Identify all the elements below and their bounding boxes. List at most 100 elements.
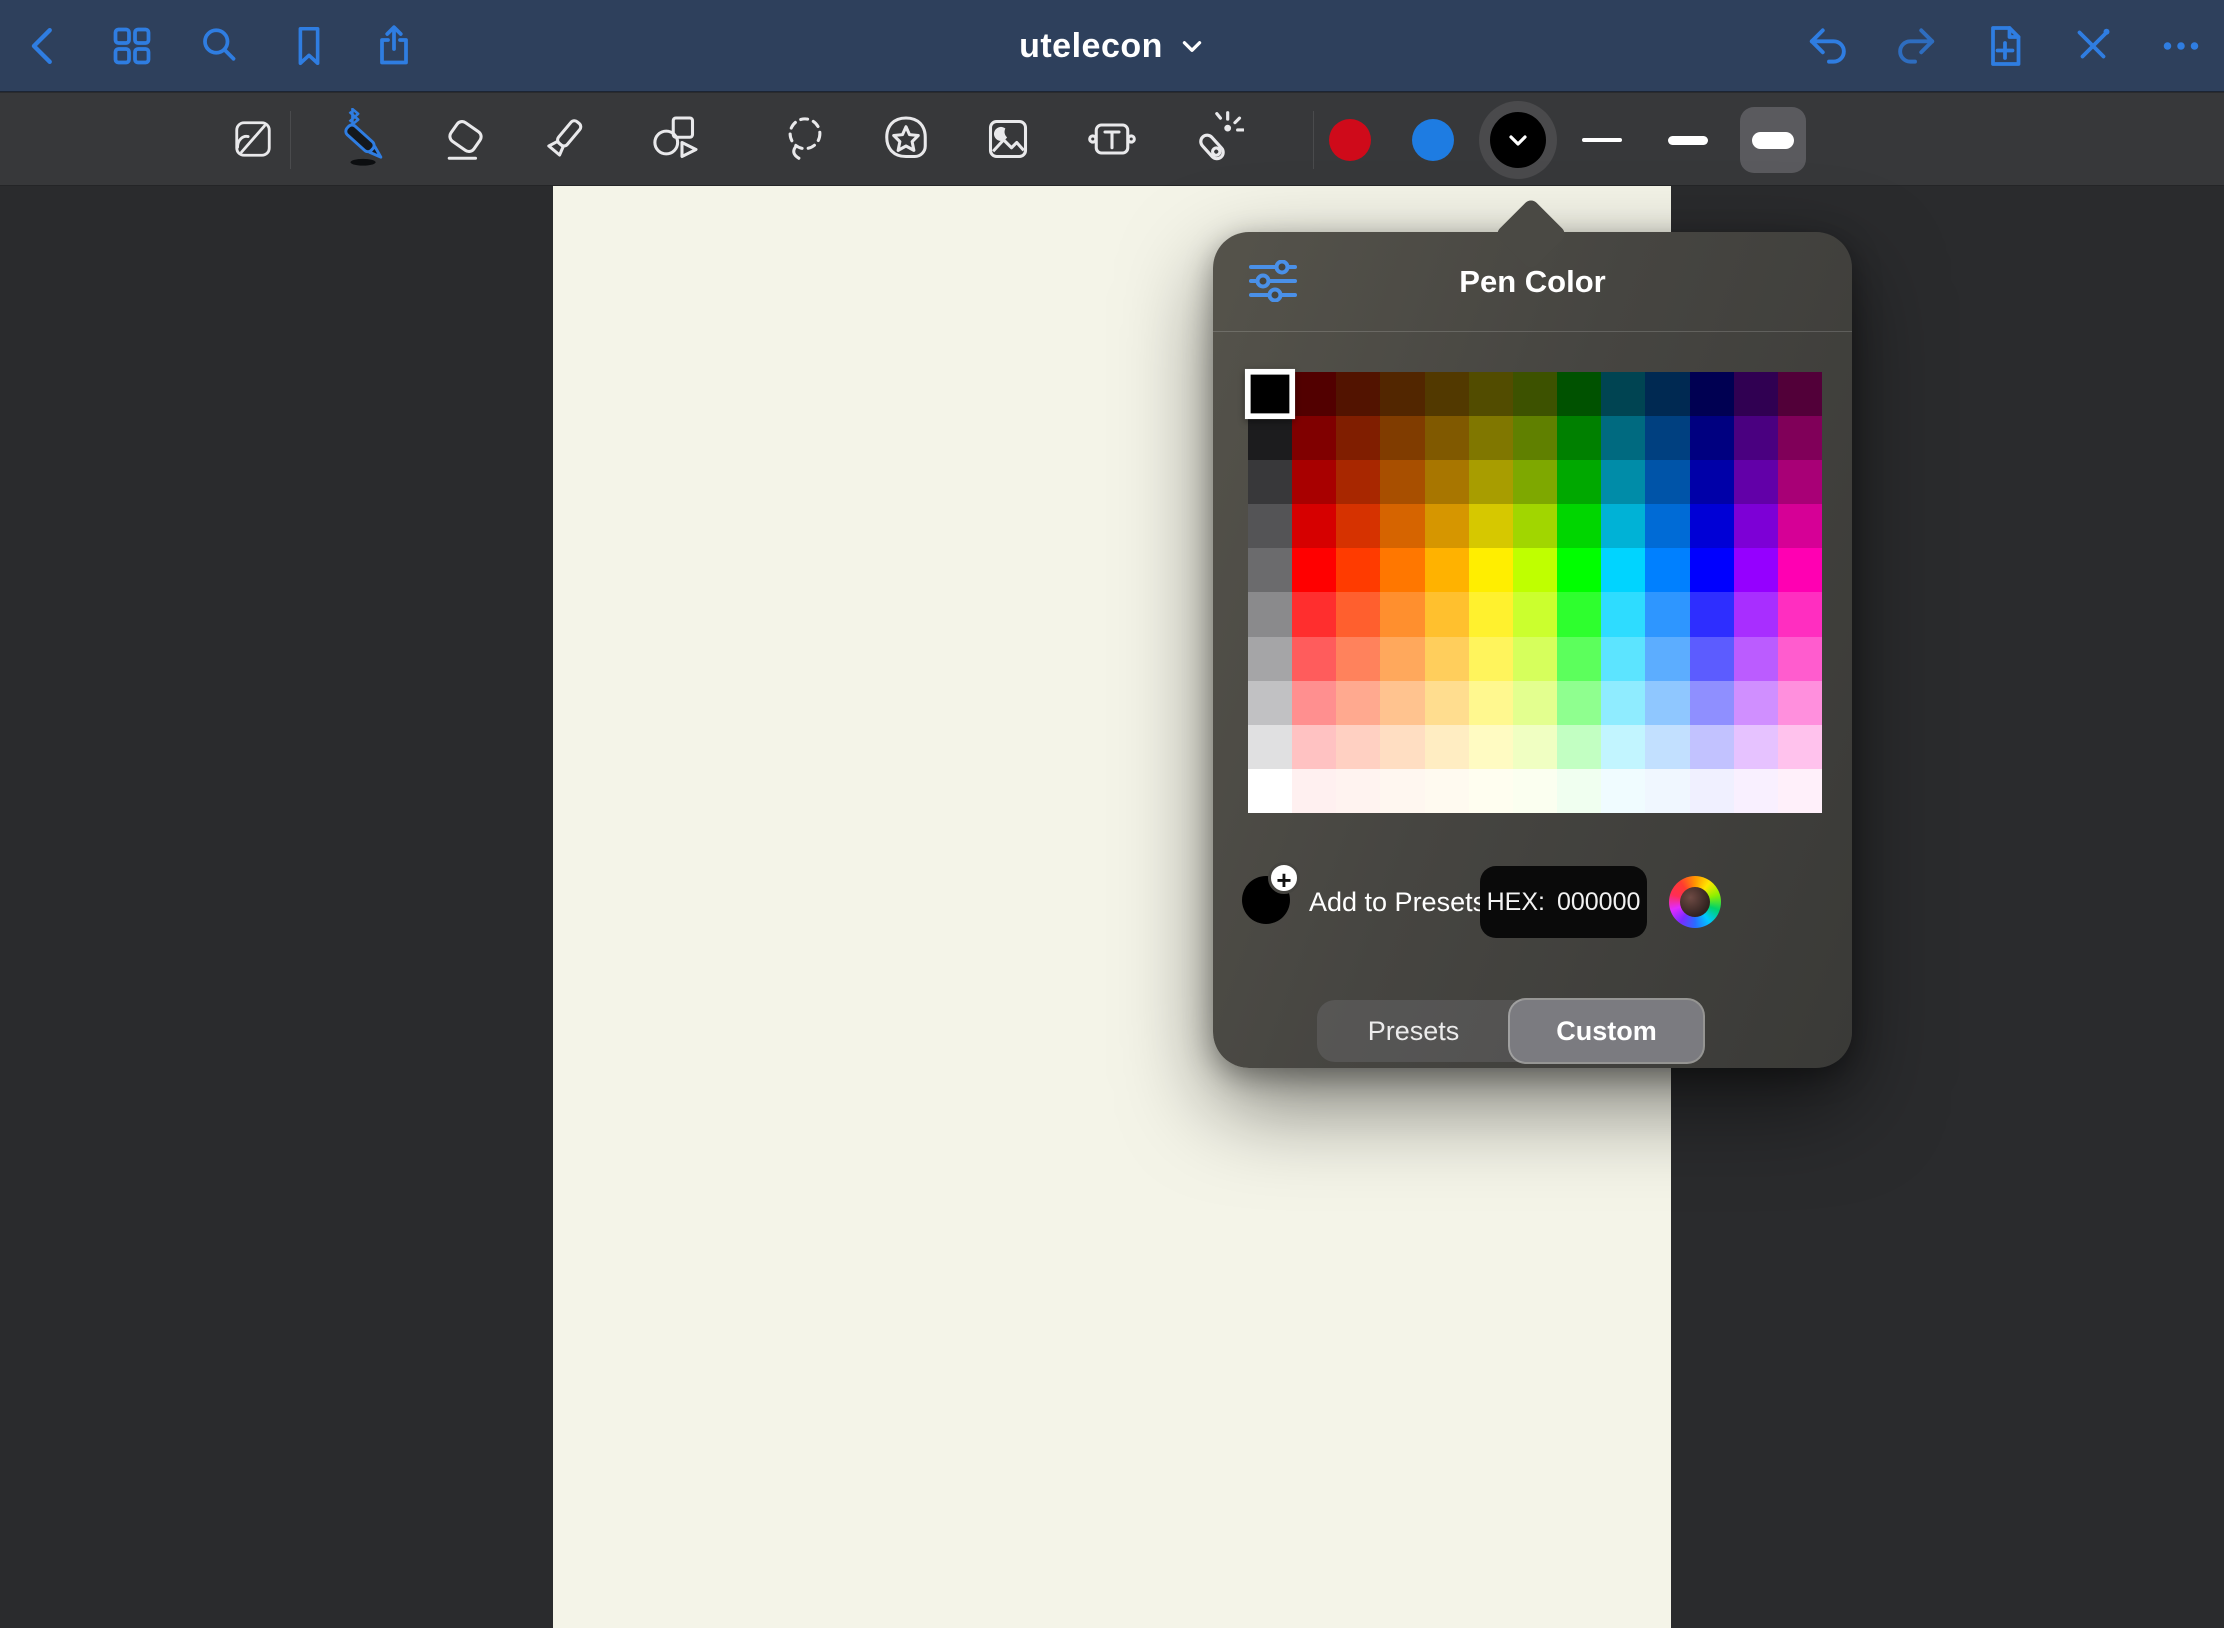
color-swatch[interactable]: [1601, 769, 1645, 813]
color-swatch[interactable]: [1778, 592, 1822, 636]
color-swatch[interactable]: [1292, 416, 1336, 460]
color-swatch[interactable]: [1513, 725, 1557, 769]
color-swatch[interactable]: [1425, 681, 1469, 725]
color-swatch[interactable]: [1469, 592, 1513, 636]
color-swatch[interactable]: [1601, 416, 1645, 460]
color-swatch[interactable]: [1380, 592, 1424, 636]
color-swatch[interactable]: [1336, 592, 1380, 636]
current-color-swatch[interactable]: +: [1242, 876, 1290, 924]
color-swatch[interactable]: [1557, 592, 1601, 636]
color-swatch[interactable]: [1601, 504, 1645, 548]
color-swatch[interactable]: [1734, 681, 1778, 725]
color-swatch[interactable]: [1513, 681, 1557, 725]
color-swatch[interactable]: [1601, 725, 1645, 769]
color-swatch[interactable]: [1513, 416, 1557, 460]
elements-tool-button[interactable]: [873, 107, 939, 173]
color-swatch[interactable]: [1292, 592, 1336, 636]
color-swatch[interactable]: [1601, 372, 1645, 416]
color-swatch[interactable]: [1513, 637, 1557, 681]
color-swatch[interactable]: [1645, 548, 1689, 592]
more-button[interactable]: [2149, 14, 2213, 78]
color-swatch[interactable]: [1425, 725, 1469, 769]
color-swatch[interactable]: [1292, 548, 1336, 592]
color-swatch[interactable]: [1469, 725, 1513, 769]
color-swatch[interactable]: [1380, 681, 1424, 725]
color-swatch[interactable]: [1557, 416, 1601, 460]
stylus-toggle-button[interactable]: [2061, 14, 2125, 78]
color-swatch[interactable]: [1645, 592, 1689, 636]
color-swatch[interactable]: [1557, 681, 1601, 725]
color-swatch[interactable]: [1690, 504, 1734, 548]
color-swatch[interactable]: [1248, 504, 1292, 548]
color-swatch[interactable]: [1292, 504, 1336, 548]
color-swatch[interactable]: [1778, 460, 1822, 504]
color-swatch[interactable]: [1248, 681, 1292, 725]
color-swatch[interactable]: [1645, 416, 1689, 460]
color-swatch[interactable]: [1292, 637, 1336, 681]
color-swatch[interactable]: [1690, 372, 1734, 416]
color-swatch[interactable]: [1778, 725, 1822, 769]
lasso-tool-button[interactable]: [772, 107, 838, 173]
color-swatch[interactable]: [1690, 725, 1734, 769]
color-swatch[interactable]: [1248, 637, 1292, 681]
color-swatch[interactable]: [1645, 504, 1689, 548]
tab-custom[interactable]: Custom: [1510, 1000, 1703, 1062]
color-swatch[interactable]: [1645, 681, 1689, 725]
image-tool-button[interactable]: [975, 107, 1041, 173]
color-swatch[interactable]: [1425, 769, 1469, 813]
color-swatch[interactable]: [1469, 372, 1513, 416]
color-swatch[interactable]: [1778, 769, 1822, 813]
tab-presets[interactable]: Presets: [1317, 1000, 1510, 1062]
color-swatch[interactable]: [1734, 548, 1778, 592]
color-swatch[interactable]: [1557, 769, 1601, 813]
color-swatch[interactable]: [1336, 548, 1380, 592]
pen-color-blue-button[interactable]: [1412, 119, 1454, 161]
color-swatch[interactable]: [1336, 725, 1380, 769]
color-swatch[interactable]: [1336, 460, 1380, 504]
color-swatch[interactable]: [1690, 592, 1734, 636]
color-swatch[interactable]: [1557, 725, 1601, 769]
color-swatch[interactable]: [1513, 372, 1557, 416]
color-swatch[interactable]: [1601, 637, 1645, 681]
color-swatch[interactable]: [1513, 592, 1557, 636]
add-to-presets-label[interactable]: Add to Presets: [1309, 852, 1486, 952]
stroke-thick-button-selected[interactable]: [1740, 107, 1806, 173]
color-swatch[interactable]: [1425, 372, 1469, 416]
color-swatch[interactable]: [1557, 460, 1601, 504]
pen-color-black-button-active[interactable]: [1479, 101, 1557, 179]
laser-pointer-tool-button[interactable]: [1182, 107, 1248, 173]
color-swatch-selected[interactable]: [1245, 369, 1295, 419]
color-swatch[interactable]: [1380, 725, 1424, 769]
color-swatch[interactable]: [1513, 548, 1557, 592]
color-swatch[interactable]: [1248, 769, 1292, 813]
color-swatch[interactable]: [1778, 416, 1822, 460]
color-swatch[interactable]: [1292, 769, 1336, 813]
color-swatch[interactable]: [1292, 681, 1336, 725]
color-swatch[interactable]: [1248, 460, 1292, 504]
color-swatch[interactable]: [1292, 460, 1336, 504]
color-swatch[interactable]: [1292, 372, 1336, 416]
color-swatch[interactable]: [1248, 725, 1292, 769]
shapes-tool-button[interactable]: [642, 107, 708, 173]
color-swatch[interactable]: [1469, 769, 1513, 813]
color-swatch[interactable]: [1380, 416, 1424, 460]
color-swatch[interactable]: [1425, 460, 1469, 504]
color-swatch[interactable]: [1645, 769, 1689, 813]
color-swatch[interactable]: [1336, 769, 1380, 813]
color-swatch[interactable]: [1690, 681, 1734, 725]
color-swatch[interactable]: [1248, 592, 1292, 636]
color-swatch[interactable]: [1380, 372, 1424, 416]
color-swatch[interactable]: [1645, 460, 1689, 504]
add-page-button[interactable]: [1973, 14, 2037, 78]
color-swatch[interactable]: [1336, 681, 1380, 725]
redo-button[interactable]: [1883, 14, 1947, 78]
color-swatch[interactable]: [1690, 769, 1734, 813]
color-swatch[interactable]: [1690, 460, 1734, 504]
color-swatch[interactable]: [1557, 548, 1601, 592]
color-swatch[interactable]: [1601, 681, 1645, 725]
color-swatch[interactable]: [1734, 504, 1778, 548]
stroke-medium-button[interactable]: [1655, 107, 1721, 173]
color-swatch[interactable]: [1734, 372, 1778, 416]
color-swatch[interactable]: [1778, 637, 1822, 681]
color-wheel-button[interactable]: [1669, 876, 1721, 928]
